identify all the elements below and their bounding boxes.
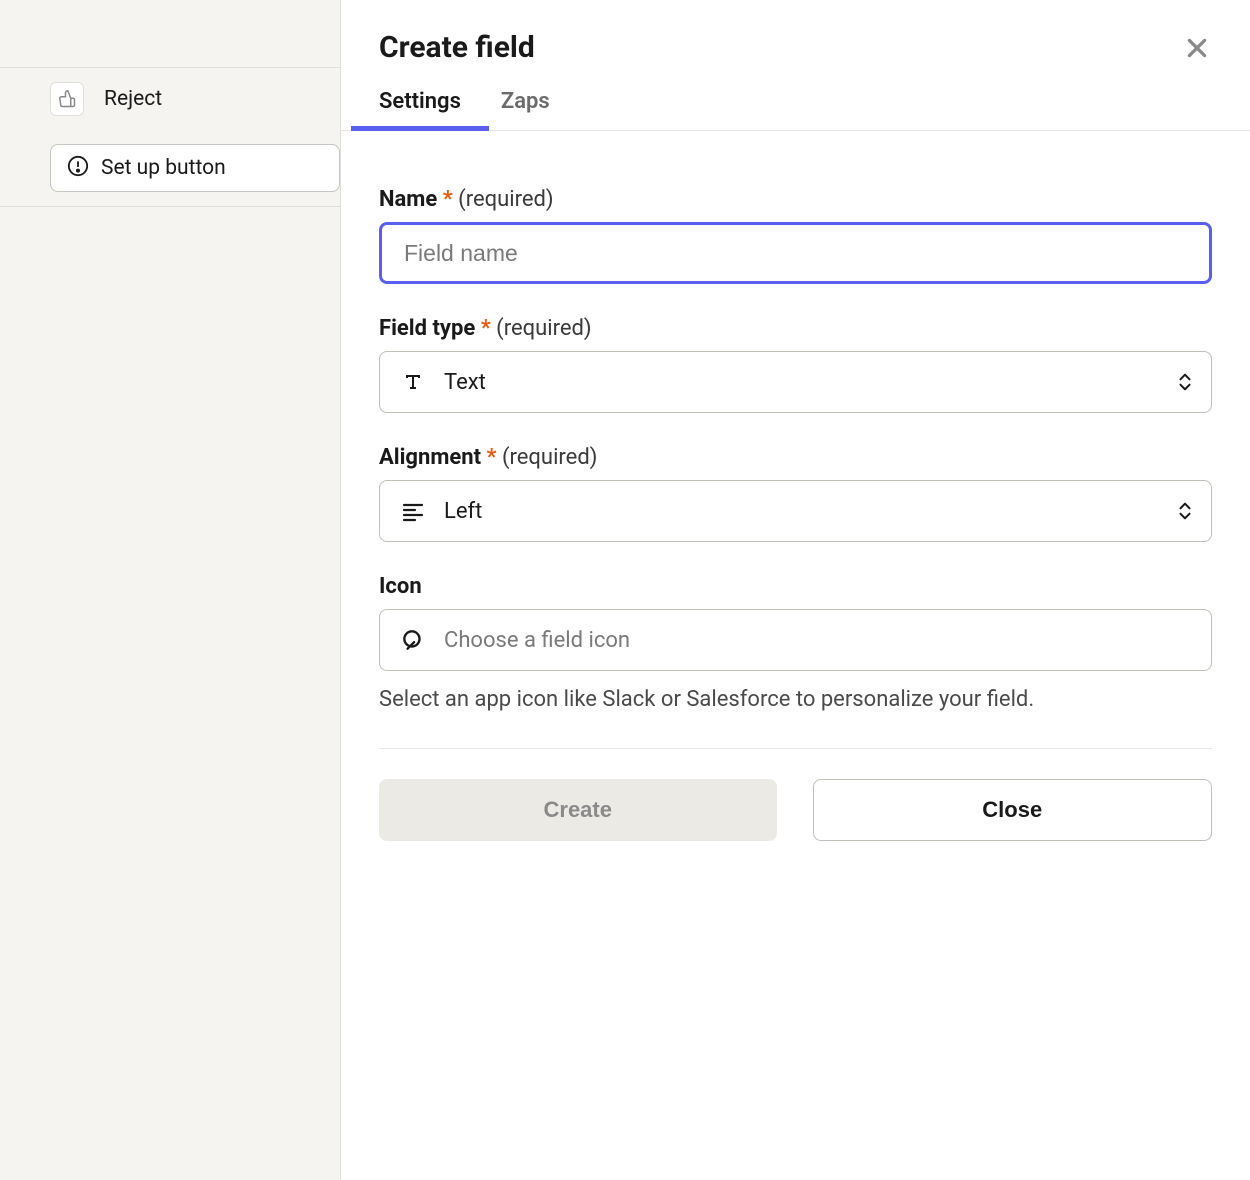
bg-top-spacer	[0, 0, 340, 68]
chevron-up-down-icon	[1177, 372, 1193, 392]
field-type-value: Text	[444, 370, 1191, 395]
required-star-icon: *	[481, 316, 491, 341]
search-icon	[400, 627, 426, 653]
create-field-panel: Create field Settings Zaps Name * (requi…	[340, 0, 1250, 1180]
thumbs-down-icon	[50, 82, 84, 116]
form-group-icon: Icon Choose a field icon Select an app i…	[379, 574, 1212, 716]
setup-button-box[interactable]: Set up button	[50, 144, 340, 192]
required-star-icon: *	[443, 187, 453, 212]
icon-help-text: Select an app icon like Slack or Salesfo…	[379, 683, 1212, 716]
bg-reject-label: Reject	[104, 87, 162, 111]
form-body: Name * (required) Field type * (required…	[341, 131, 1250, 841]
alignment-label-text: Alignment	[379, 445, 481, 470]
form-group-alignment: Alignment * (required) Left	[379, 445, 1212, 542]
name-label-text: Name	[379, 187, 437, 212]
icon-select[interactable]: Choose a field icon	[379, 609, 1212, 671]
tab-zaps[interactable]: Zaps	[501, 89, 550, 130]
form-group-field-type: Field type * (required) Text	[379, 316, 1212, 413]
form-group-name: Name * (required)	[379, 187, 1212, 284]
tabs: Settings Zaps	[341, 65, 1250, 131]
field-type-label: Field type * (required)	[379, 316, 1212, 341]
background-panel: Reject Set up button	[0, 0, 340, 1180]
panel-title: Create field	[379, 30, 535, 65]
align-left-icon	[400, 499, 426, 523]
field-type-required-text: (required)	[496, 316, 591, 341]
required-star-icon: *	[487, 445, 497, 470]
close-button[interactable]: Close	[813, 779, 1213, 841]
button-row: Create Close	[379, 779, 1212, 841]
alignment-value: Left	[444, 499, 1191, 524]
bg-setup-row: Set up button	[0, 130, 340, 207]
icon-label: Icon	[379, 574, 1212, 599]
alignment-required-text: (required)	[502, 445, 597, 470]
icon-placeholder: Choose a field icon	[444, 628, 1191, 653]
create-button[interactable]: Create	[379, 779, 777, 841]
alert-circle-icon	[67, 155, 89, 181]
divider	[379, 748, 1212, 749]
alignment-label: Alignment * (required)	[379, 445, 1212, 470]
panel-header: Create field	[341, 0, 1250, 65]
bg-reject-row: Reject	[0, 68, 340, 130]
close-icon[interactable]	[1182, 33, 1212, 63]
name-required-text: (required)	[458, 187, 553, 212]
name-label: Name * (required)	[379, 187, 1212, 212]
chevron-up-down-icon	[1177, 501, 1193, 521]
setup-button-label: Set up button	[101, 156, 226, 180]
field-type-select[interactable]: Text	[379, 351, 1212, 413]
icon-label-text: Icon	[379, 574, 422, 599]
field-type-label-text: Field type	[379, 316, 475, 341]
alignment-select[interactable]: Left	[379, 480, 1212, 542]
name-input[interactable]	[379, 222, 1212, 284]
text-type-icon	[400, 370, 426, 394]
tab-settings[interactable]: Settings	[379, 89, 461, 130]
